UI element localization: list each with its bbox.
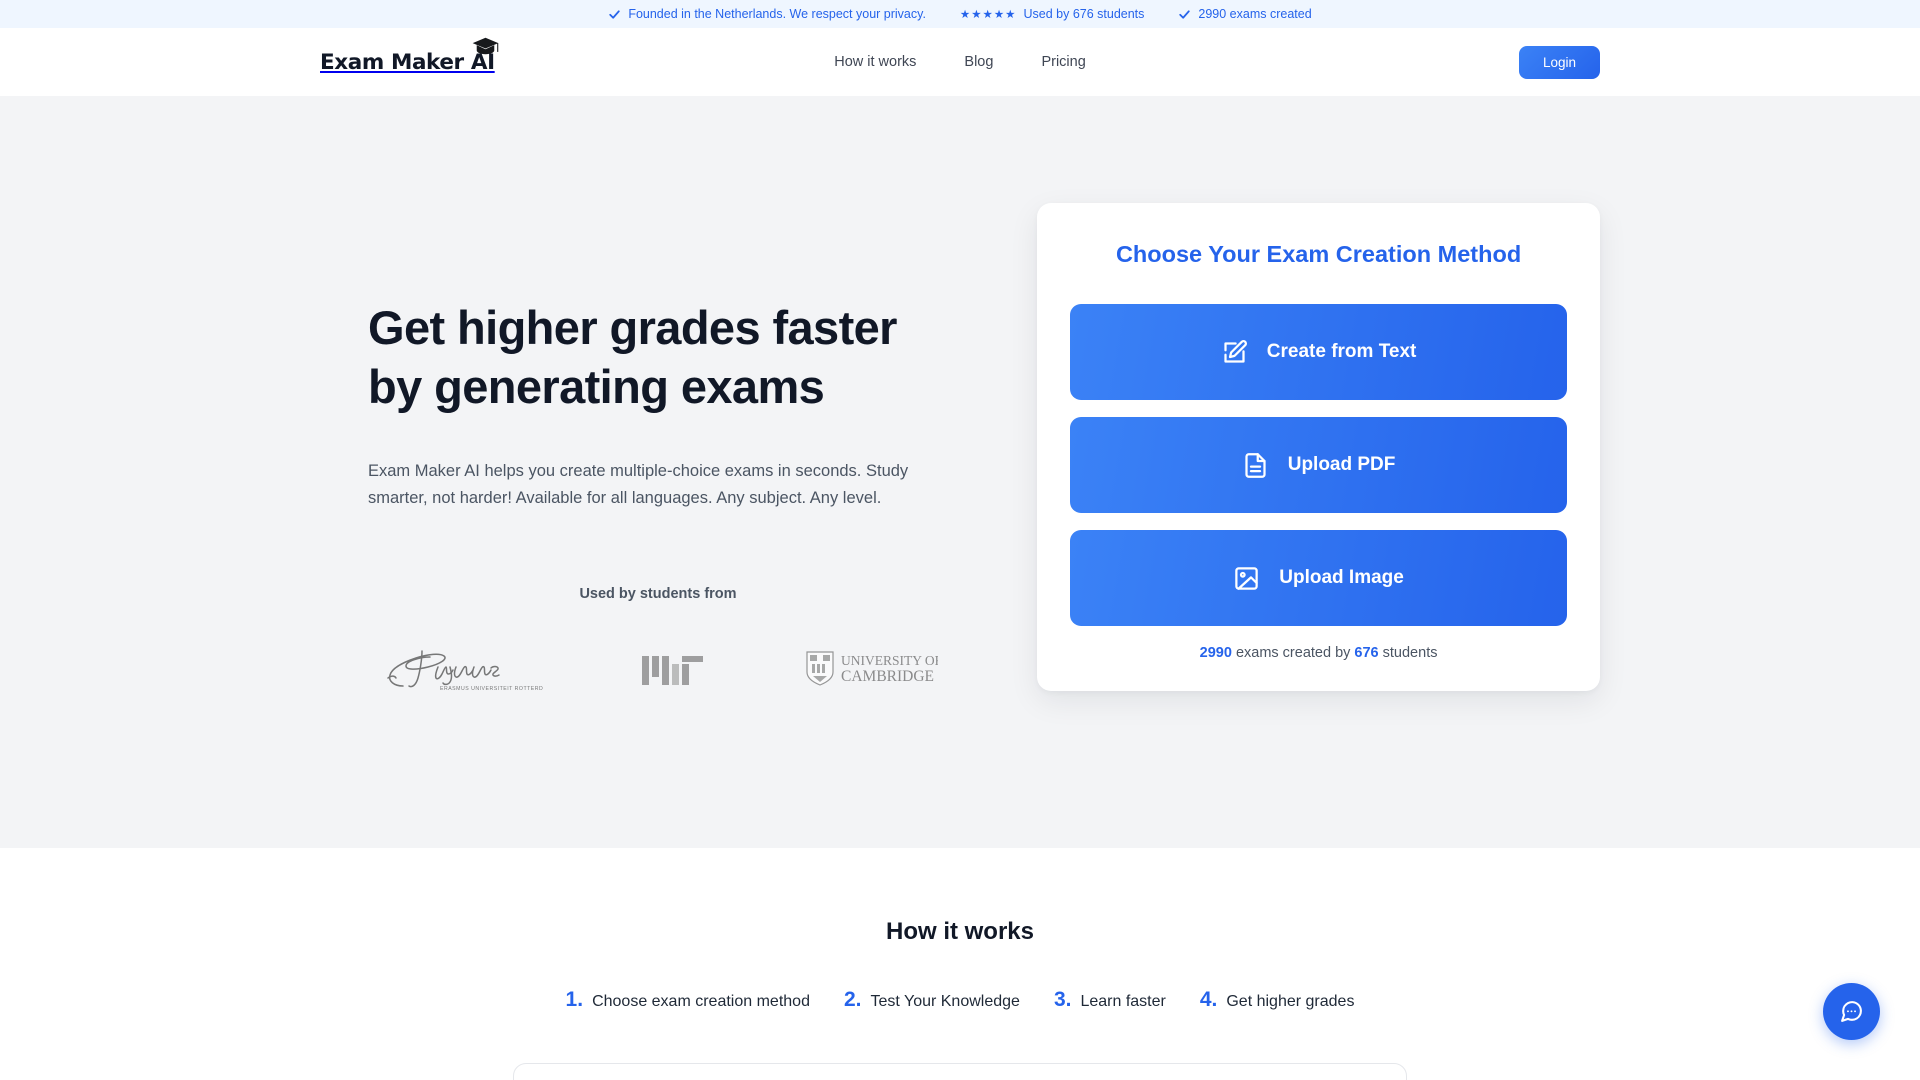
graduation-cap-icon: [472, 37, 499, 56]
students-text: students: [1378, 645, 1438, 661]
page-title: Get higher grades faster by generating e…: [368, 298, 961, 416]
announcement-text-exams: 2990 exams created: [1198, 7, 1312, 21]
announcement-item-privacy: Founded in the Netherlands. We respect y…: [608, 7, 926, 21]
logo[interactable]: Exam Maker AI: [320, 37, 499, 75]
check-icon: [608, 8, 621, 21]
exams-created-text: exams created by: [1231, 645, 1355, 661]
how-it-works-title: How it works: [885, 918, 1035, 945]
step-item-2: 2. Test Your Knowledge: [844, 988, 1020, 1012]
step-number-2: 2.: [843, 988, 862, 1011]
upload-pdf-button[interactable]: Upload PDF: [1070, 417, 1567, 513]
announcement-text-students: Used by 676 students: [1023, 7, 1145, 21]
preview-panel: [513, 1063, 1407, 1080]
step-item-4: 4. Get higher grades: [1200, 988, 1355, 1012]
logo-text: Exam Maker AI: [320, 49, 495, 75]
announcement-item-exams: 2990 exams created: [1178, 7, 1312, 21]
nav-item-pricing[interactable]: Pricing: [1041, 54, 1085, 70]
stars-icon: ★★★★★: [959, 9, 1017, 21]
edit-square-icon: [1221, 339, 1248, 366]
step-number-3: 3.: [1053, 988, 1072, 1011]
card-stats-footer: 2990 exams created by 676 students: [1070, 645, 1567, 661]
step-label-2: Test Your Knowledge: [870, 993, 1020, 1010]
exam-creation-card: Choose Your Exam Creation Method Create …: [1037, 203, 1600, 691]
exams-created-count: 2990: [1199, 645, 1232, 661]
used-by-label: Used by students from: [579, 585, 737, 602]
nav-item-blog[interactable]: Blog: [964, 54, 993, 70]
hero-left-column: Get higher grades faster by generating e…: [368, 203, 961, 693]
main-navigation: How it works Blog Pricing: [834, 54, 1086, 70]
cambridge-line1: UNIVERSITY OF: [841, 653, 938, 668]
erasmus-caption: ERASMUS UNIVERSITEIT ROTTERDAM: [440, 686, 543, 692]
cambridge-university-logo: UNIVERSITY OF CAMBRIDGE: [803, 648, 938, 690]
upload-image-label: Upload Image: [1279, 567, 1404, 588]
students-count: 676: [1354, 645, 1379, 661]
step-label-4: Get higher grades: [1226, 993, 1355, 1010]
image-icon: [1233, 565, 1260, 592]
step-number-4: 4.: [1199, 988, 1218, 1011]
hero-title-line1: Get higher grades faster: [368, 301, 897, 354]
site-header: Exam Maker AI How it works Blog Pricing …: [0, 28, 1920, 96]
check-icon: [1178, 8, 1191, 21]
how-it-works-section: How it works 1. Choose exam creation met…: [0, 848, 1920, 1080]
step-item-3: 3. Learn faster: [1054, 988, 1166, 1012]
cambridge-crest: [806, 651, 834, 686]
upload-pdf-label: Upload PDF: [1287, 454, 1396, 475]
step-label-1: Choose exam creation method: [592, 993, 810, 1010]
hero-title-line2: by generating exams: [368, 360, 825, 414]
chat-widget-button[interactable]: [1823, 983, 1880, 1040]
announcement-text-privacy: Founded in the Netherlands. We respect y…: [628, 7, 926, 21]
erasmus-university-logo: ERASMUS UNIVERSITEIT ROTTERDAM: [378, 645, 543, 693]
document-icon: [1242, 452, 1269, 479]
login-button[interactable]: Login: [1518, 45, 1600, 79]
step-label-3: Learn faster: [1080, 993, 1166, 1010]
mit-logo: [642, 649, 704, 689]
create-from-text-label: Create from Text: [1266, 341, 1417, 362]
how-it-works-steps: 1. Choose exam creation method 2. Test Y…: [0, 988, 1920, 1012]
card-title: Choose Your Exam Creation Method: [1115, 241, 1522, 267]
step-item-1: 1. Choose exam creation method: [566, 988, 810, 1012]
announcement-bar: Founded in the Netherlands. We respect y…: [0, 0, 1920, 28]
hero-section: Get higher grades faster by generating e…: [0, 96, 1920, 848]
university-logo-row: ERASMUS UNIVERSITEIT ROTTERDAM UNIVERSIT…: [368, 645, 948, 693]
create-from-text-button[interactable]: Create from Text: [1070, 304, 1567, 400]
nav-item-how-it-works[interactable]: How it works: [834, 54, 916, 70]
chat-bubble-icon: [1839, 999, 1864, 1024]
step-number-1: 1.: [565, 988, 584, 1011]
cambridge-line2: CAMBRIDGE: [841, 668, 934, 685]
hero-subtitle: Exam Maker AI helps you create multiple-…: [368, 462, 909, 508]
announcement-item-students: ★★★★★ Used by 676 students: [960, 7, 1144, 21]
upload-image-button[interactable]: Upload Image: [1070, 530, 1567, 626]
